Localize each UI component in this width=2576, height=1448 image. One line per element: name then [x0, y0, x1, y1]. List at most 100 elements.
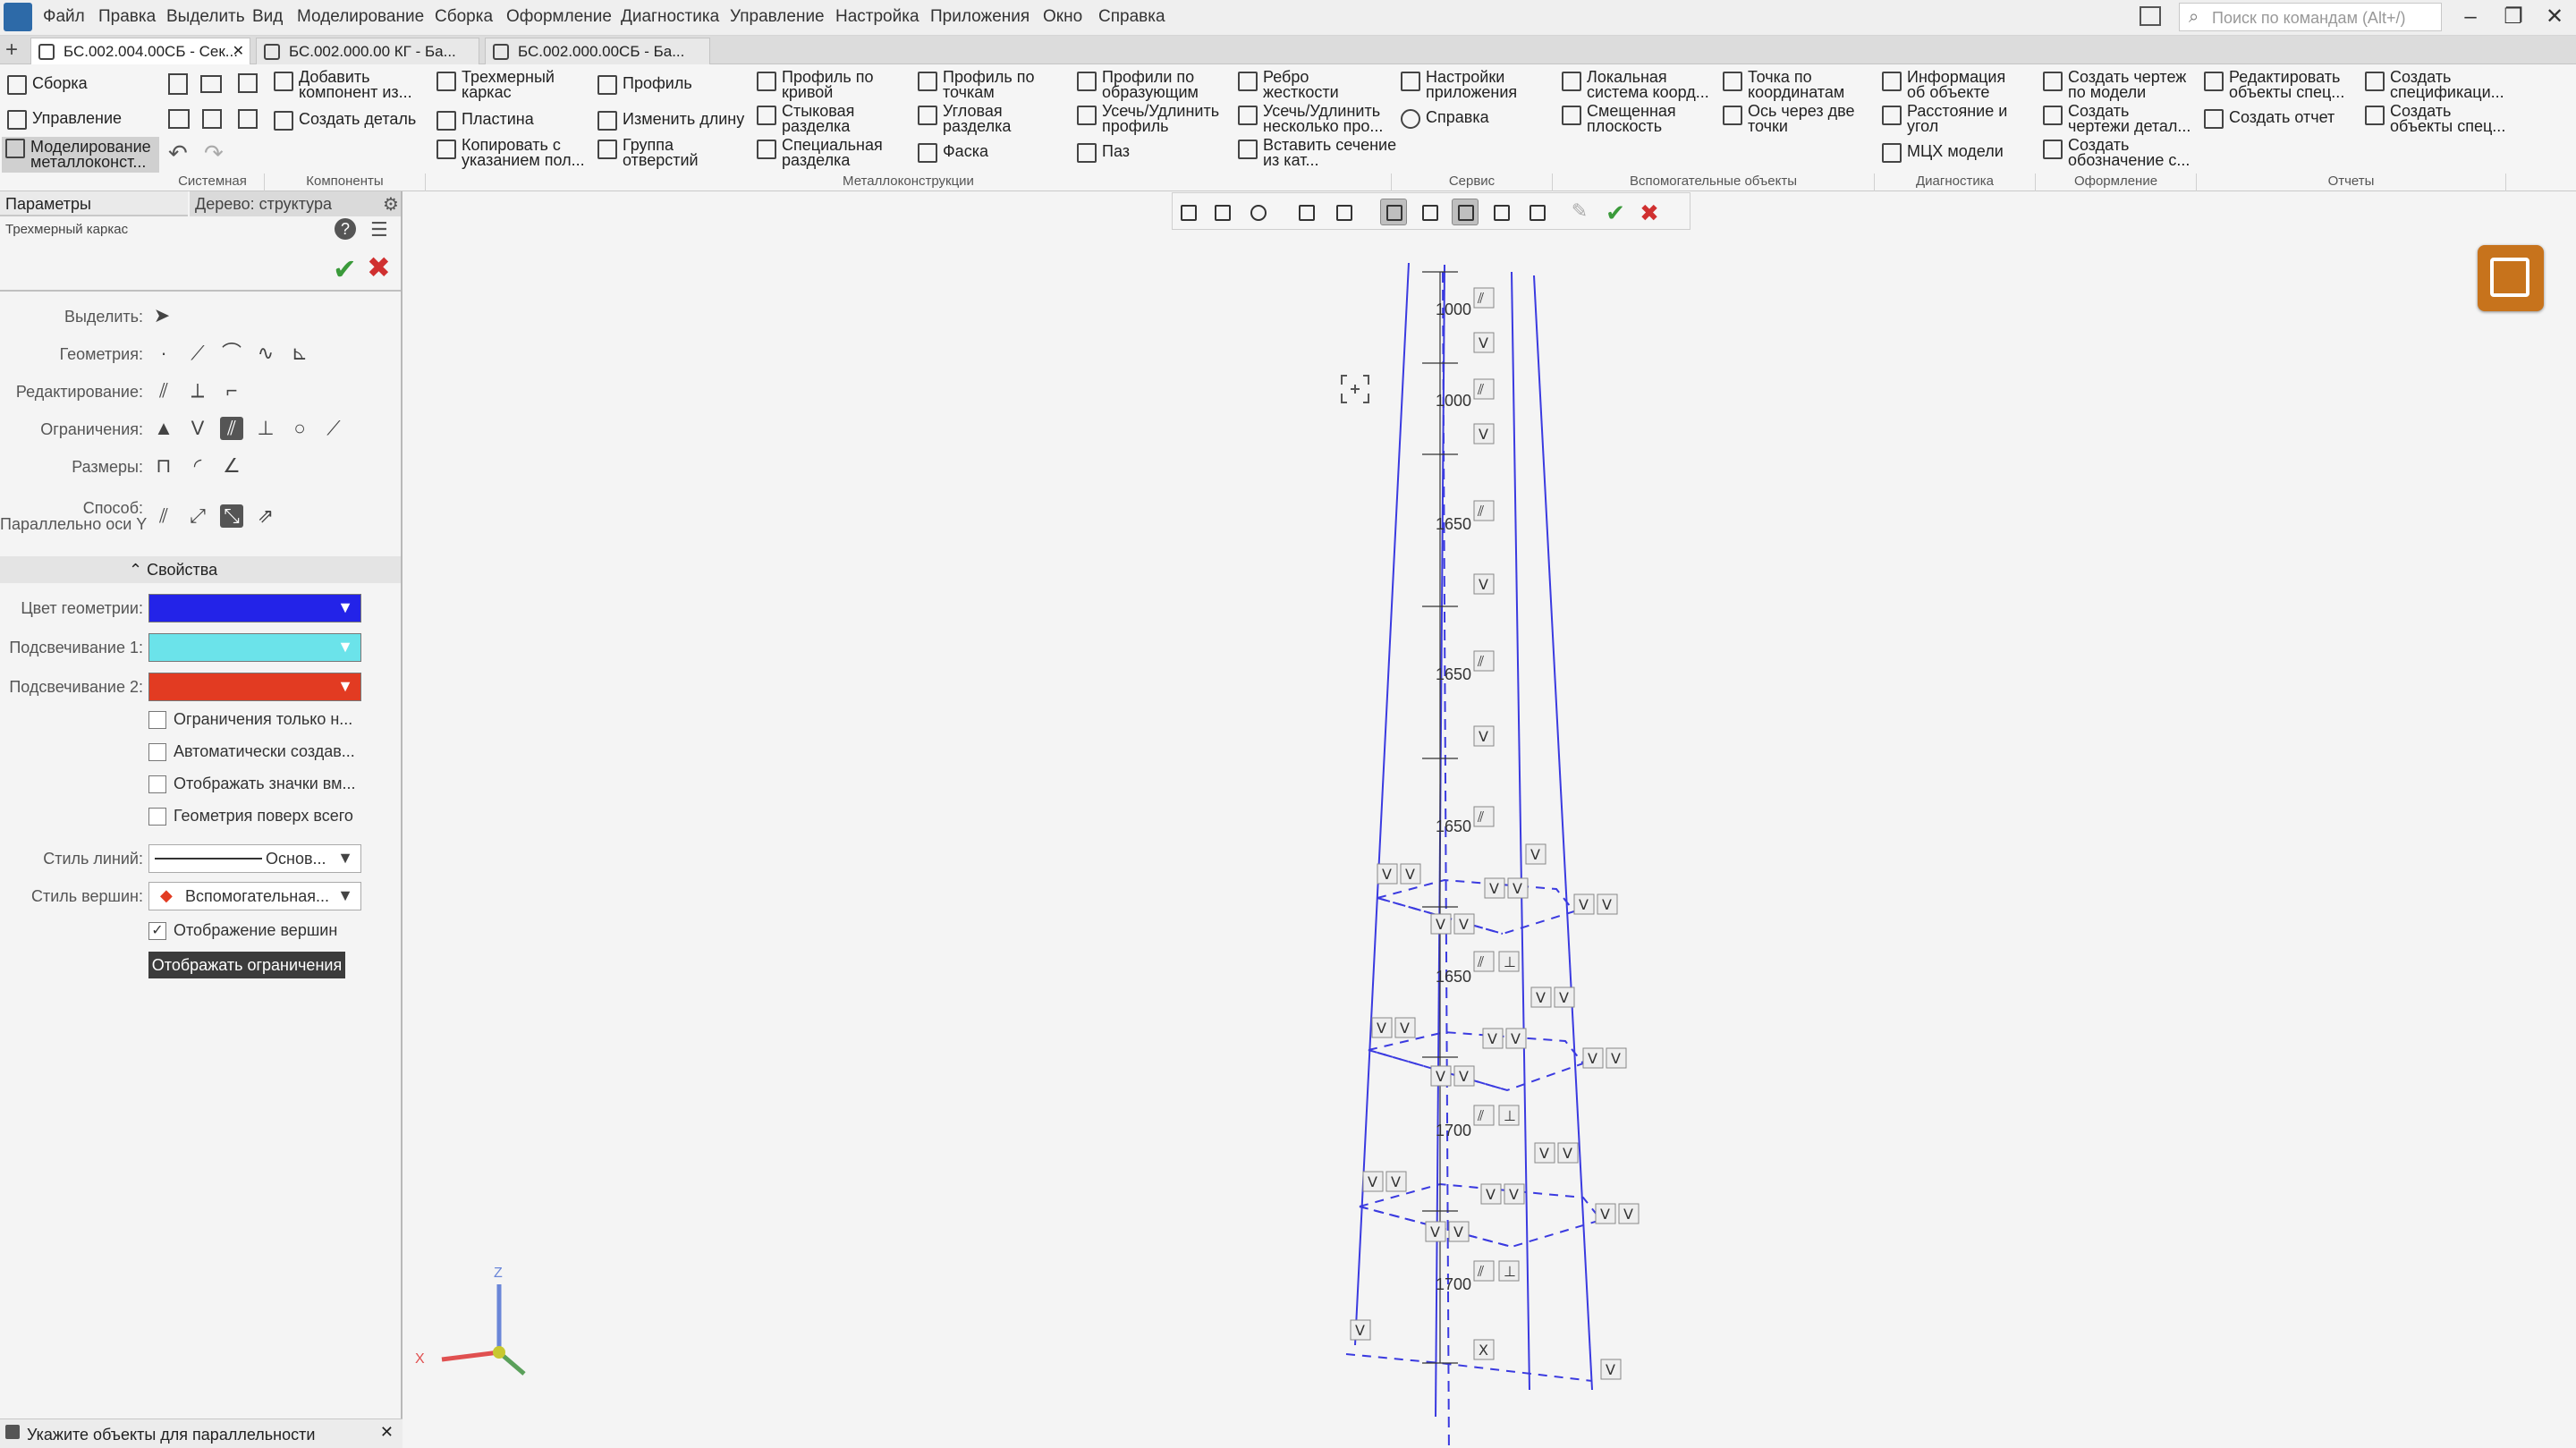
object-info-button[interactable]: Информация об объекте — [1878, 69, 2014, 100]
menu-edit[interactable]: Правка — [98, 7, 156, 27]
coincident-constraint-icon[interactable]: ▲ — [152, 417, 175, 440]
parallel-axis-y-method-icon[interactable]: ⤡ — [220, 504, 243, 528]
doc-tab-sb[interactable]: БС.002.000.00СБ - Ба... — [485, 38, 710, 64]
app-settings-button[interactable]: Настройки приложения — [1397, 69, 1533, 100]
create-designation-button[interactable]: Создать обозначение с... — [2039, 137, 2193, 168]
confirm-checkmark-icon[interactable]: ✔ — [1602, 199, 1629, 226]
geometry-color-select[interactable]: ▼ — [148, 594, 361, 622]
trim-extend-profile-button[interactable]: Усечь/Удлинить профиль — [1073, 103, 1234, 134]
create-spec-objects-button[interactable]: Создать объекты спец... — [2361, 103, 2506, 134]
checkbox-box[interactable] — [148, 711, 166, 730]
auto-create-checkbox[interactable]: Автоматически создав... — [148, 742, 355, 762]
rib-button[interactable]: Ребро жесткости — [1234, 69, 1352, 100]
linear-dimension-icon[interactable]: ⊓ — [152, 454, 175, 478]
line-style-select[interactable]: Основ... ▼ — [148, 844, 361, 873]
menu-select[interactable]: Выделить — [166, 7, 245, 27]
show-vertices-checkbox[interactable]: ✓ Отображение вершин — [148, 921, 337, 941]
parallel-to-line-method-icon[interactable]: ⇗ — [254, 504, 277, 528]
slot-button[interactable]: Паз — [1073, 141, 1130, 163]
shaded-view-icon[interactable] — [1380, 199, 1407, 225]
offset-plane-button[interactable]: Смещенная плоскость — [1558, 103, 1685, 134]
edit-spec-objects-button[interactable]: Редактировать объекты спец... — [2200, 69, 2363, 100]
spline-icon[interactable]: ∿ — [254, 342, 277, 365]
menu-management[interactable]: Управление — [730, 7, 825, 27]
create-spec-button[interactable]: Создать спецификаци... — [2361, 69, 2506, 100]
perpendicular-constraint-icon[interactable]: ⊥ — [254, 417, 277, 440]
tab-tree[interactable]: Дерево: структура — [190, 191, 401, 216]
highlight2-color-select[interactable]: ▼ — [148, 673, 361, 701]
axis-two-points-button[interactable]: Ось через две точки — [1719, 103, 1864, 134]
special-groove-button[interactable]: Специальная разделка — [753, 137, 889, 168]
local-cs-button[interactable]: Локальная система коорд... — [1558, 69, 1712, 100]
create-part-button[interactable]: Создать деталь — [270, 109, 416, 131]
panel-settings-gear-icon[interactable]: ⚙ — [383, 193, 399, 216]
radial-dimension-icon[interactable]: ◜ — [186, 454, 209, 478]
menu-settings[interactable]: Настройка — [835, 7, 919, 27]
mode-steel-modeling[interactable]: Моделирование металлоконст... — [2, 137, 159, 173]
save-all-icon[interactable] — [238, 109, 258, 129]
create-part-drawings-button[interactable]: Создать чертежи детал... — [2039, 103, 2193, 134]
apply-checkmark-icon[interactable]: ✔ — [333, 252, 357, 286]
tree-view-icon[interactable]: ☰ — [370, 218, 388, 241]
parallel-constraint-icon[interactable]: ⫽ — [220, 417, 243, 440]
cancel-x-icon[interactable]: ✖ — [367, 250, 391, 284]
show-icons-checkbox[interactable]: Отображать значки вм... — [148, 775, 356, 794]
rotate-dropdown-chevron-icon[interactable] — [1357, 199, 1371, 225]
help-button[interactable]: Справка — [1397, 107, 1489, 129]
tangent-constraint-icon[interactable]: ○ — [288, 417, 311, 440]
rotate-icon[interactable] — [1330, 199, 1357, 225]
tab-parameters[interactable]: Параметры — [0, 191, 188, 216]
3d-viewport[interactable]: 1000 1000 1650 1650 1650 1650 1700 1700 … — [402, 191, 2576, 1448]
checkbox-box[interactable] — [148, 775, 166, 794]
profile-points-button[interactable]: Профиль по точкам — [914, 69, 1050, 100]
parallel-axis-method-icon[interactable]: ⤢ — [186, 504, 209, 528]
properties-header[interactable]: ⌃ Свойства — [0, 556, 401, 583]
menu-help[interactable]: Справка — [1098, 7, 1165, 27]
new-doc-icon[interactable] — [168, 73, 188, 95]
section-view-icon[interactable] — [1487, 199, 1514, 225]
change-length-button[interactable]: Изменить длину — [594, 109, 744, 131]
add-component-button[interactable]: Добавить компонент из... — [270, 69, 415, 100]
create-report-button[interactable]: Создать отчет — [2200, 107, 2334, 129]
new-tab-plus-icon[interactable]: + — [5, 38, 18, 63]
display-mode-icon[interactable] — [1523, 199, 1550, 225]
frame-model-svg[interactable]: 1000 1000 1650 1650 1650 1650 1700 1700 … — [402, 191, 2576, 1448]
break-icon[interactable]: ⟂ — [186, 379, 209, 402]
angular-dimension-icon[interactable]: ∠ — [220, 454, 243, 478]
constraints-only-checkbox[interactable]: Ограничения только н... — [148, 710, 352, 730]
menu-diagnostics[interactable]: Диагностика — [621, 7, 719, 27]
highlight1-color-select[interactable]: ▼ — [148, 633, 361, 662]
tab-close-icon[interactable]: ✕ — [233, 42, 244, 60]
collinear-constraint-icon[interactable]: ⟋ — [322, 417, 345, 440]
plate-button[interactable]: Пластина — [433, 109, 534, 131]
profiles-generatrix-button[interactable]: Профили по образующим — [1073, 69, 1209, 100]
snap-grid-icon[interactable] — [1174, 199, 1201, 225]
layout-toggle-icon[interactable] — [2140, 6, 2161, 26]
menu-drafting[interactable]: Оформление — [506, 7, 612, 27]
wireframe-view-icon[interactable] — [1416, 199, 1443, 225]
menu-window[interactable]: Окно — [1043, 7, 1082, 27]
hole-group-button[interactable]: Группа отверстий — [594, 137, 721, 168]
copy-with-button[interactable]: Копировать с указанием пол... — [433, 137, 596, 168]
frame3d-button[interactable]: Трехмерный каркас — [433, 69, 569, 100]
print-icon[interactable] — [168, 109, 190, 129]
show-constraints-button[interactable]: Отображать ограничения — [148, 952, 345, 978]
cursor-arrow-icon[interactable]: ➤ — [150, 304, 174, 327]
mode-management[interactable]: Управление — [4, 108, 122, 130]
app-logo-icon[interactable] — [4, 3, 32, 31]
redo-icon[interactable]: ↷ — [204, 140, 224, 167]
parallel-method-icon[interactable]: ⫽ — [152, 504, 175, 528]
vertical-constraint-icon[interactable]: V — [186, 417, 209, 440]
vertex-style-select[interactable]: ◆ Вспомогательная... ▼ — [148, 882, 361, 910]
menu-assembly[interactable]: Сборка — [435, 7, 493, 27]
insert-section-button[interactable]: Вставить сечение из кат... — [1234, 137, 1397, 168]
corner-groove-button[interactable]: Угловая разделка — [914, 103, 1032, 134]
close-button[interactable]: ✕ — [2537, 2, 2572, 32]
zoom-icon[interactable] — [1244, 199, 1271, 225]
mass-props-button[interactable]: МЦХ модели — [1878, 141, 2004, 163]
geometry-on-top-checkbox[interactable]: Геометрия поверх всего — [148, 807, 353, 826]
command-search-input[interactable]: ⌕ Поиск по командам (Alt+/) — [2179, 3, 2442, 31]
preview-icon[interactable] — [202, 109, 222, 129]
mode-assembly[interactable]: Сборка — [4, 73, 88, 95]
chamfer-button[interactable]: Фаска — [914, 141, 988, 163]
